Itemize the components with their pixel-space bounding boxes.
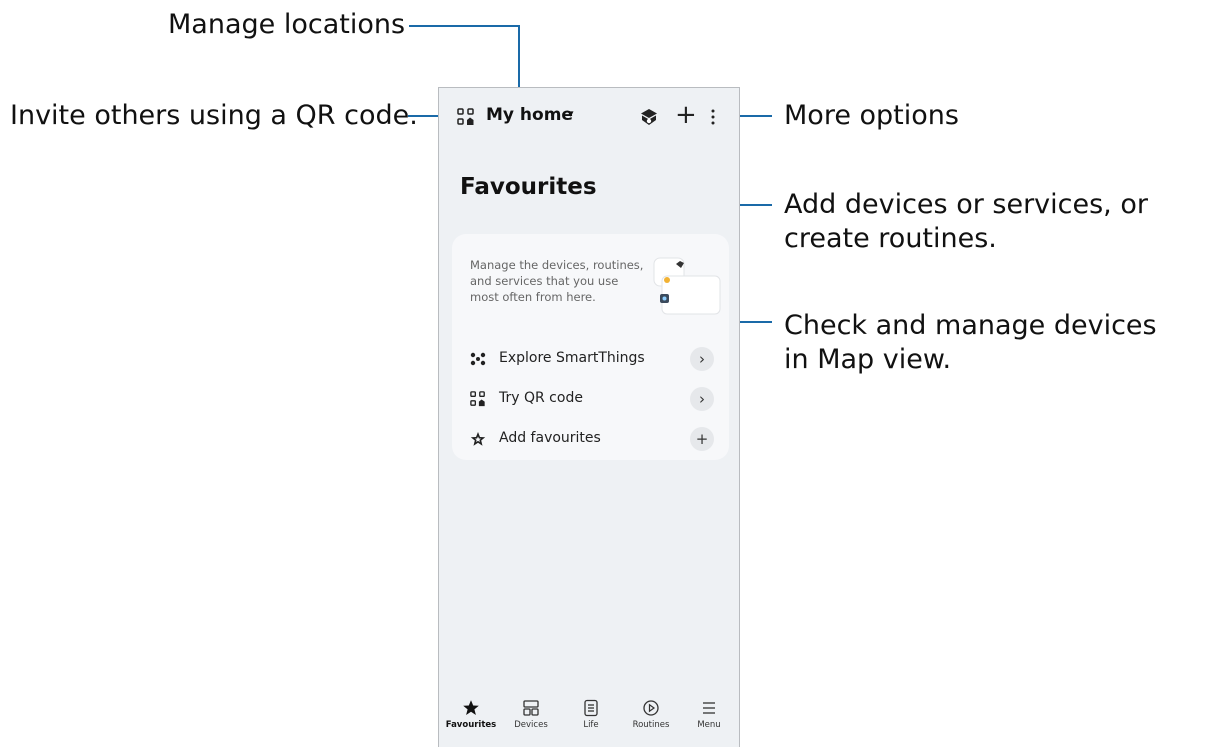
nav-menu[interactable]: Menu bbox=[681, 693, 737, 730]
list-item-label: Try QR code bbox=[499, 390, 583, 406]
devices-icon bbox=[523, 700, 539, 716]
more-options-icon[interactable] bbox=[709, 107, 717, 127]
list-item-try-qr-code[interactable]: Try QR code › bbox=[452, 384, 729, 414]
top-app-bar: My home ▾ + bbox=[439, 88, 739, 148]
qr-code-icon[interactable] bbox=[457, 108, 475, 126]
page-title: Favourites bbox=[460, 174, 597, 200]
nav-routines[interactable]: Routines bbox=[623, 693, 679, 730]
devices-illustration-icon bbox=[653, 257, 721, 315]
location-selector[interactable]: My home bbox=[486, 105, 573, 125]
nav-favourites[interactable]: Favourites bbox=[443, 693, 499, 730]
card-description: Manage the devices, routines, and servic… bbox=[470, 258, 644, 304]
list-item-add-favourites[interactable]: Add favourites + bbox=[452, 424, 729, 454]
menu-icon bbox=[703, 702, 715, 714]
star-icon bbox=[463, 700, 479, 715]
nav-devices[interactable]: Devices bbox=[503, 693, 559, 730]
star-outline-icon bbox=[470, 432, 486, 446]
list-item-explore-smartthings[interactable]: Explore SmartThings › bbox=[452, 344, 729, 374]
add-favourite-button[interactable]: + bbox=[690, 427, 714, 451]
phone-screen: My home ▾ + Favourites Manage the device… bbox=[438, 87, 740, 747]
chevron-down-icon[interactable]: ▾ bbox=[568, 107, 574, 120]
bottom-navigation: Favourites Devices Life Routines Menu bbox=[439, 693, 739, 747]
map-view-icon[interactable] bbox=[639, 107, 659, 127]
life-icon bbox=[584, 699, 598, 717]
routines-icon bbox=[643, 700, 659, 716]
smartthings-icon bbox=[470, 352, 486, 366]
list-item-label: Explore SmartThings bbox=[499, 350, 645, 366]
nav-life[interactable]: Life bbox=[563, 693, 619, 730]
qr-code-icon bbox=[470, 391, 485, 407]
favourites-card: Manage the devices, routines, and servic… bbox=[452, 234, 729, 460]
chevron-right-icon[interactable]: › bbox=[690, 347, 714, 371]
add-icon[interactable]: + bbox=[675, 100, 697, 130]
list-item-label: Add favourites bbox=[499, 430, 601, 446]
chevron-right-icon[interactable]: › bbox=[690, 387, 714, 411]
